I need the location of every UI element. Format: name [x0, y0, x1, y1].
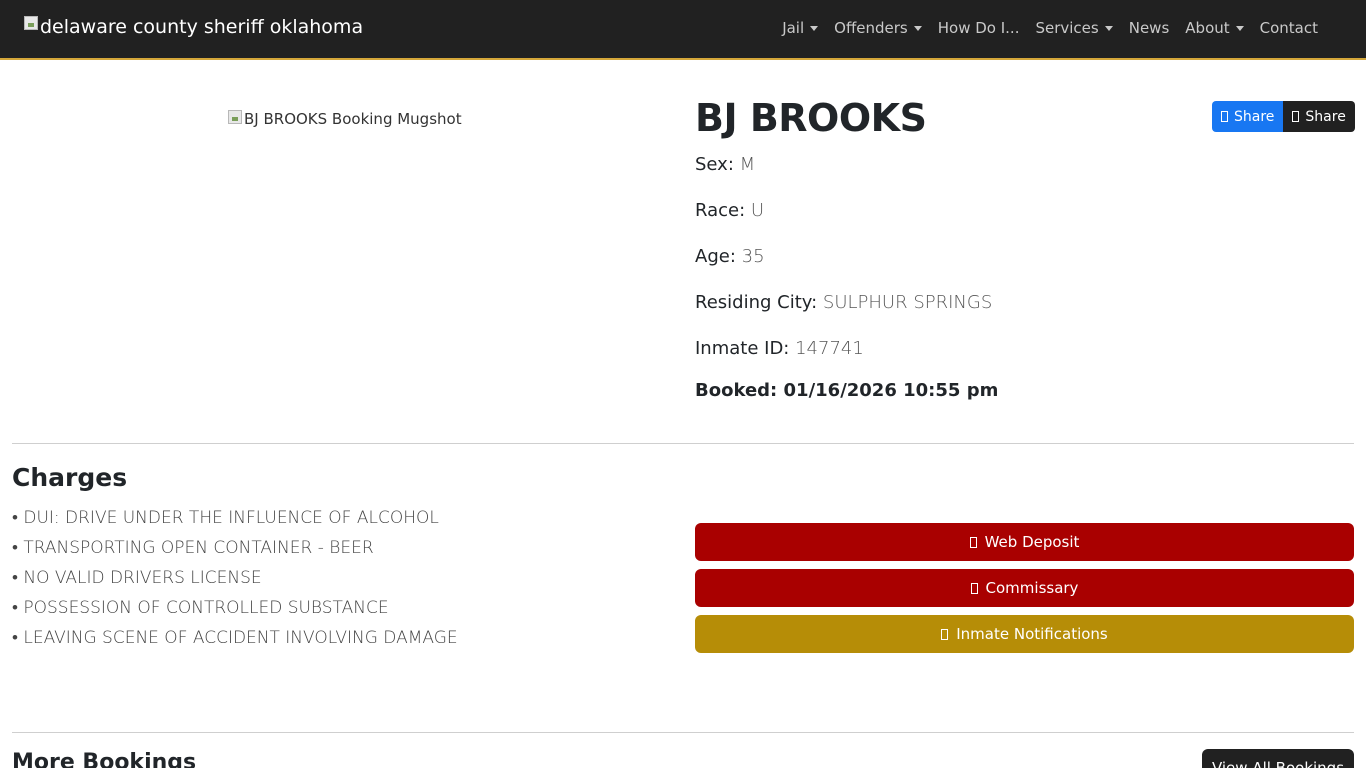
booked-value: 01/16/2026 10:55 pm: [783, 380, 999, 401]
detail-value: M: [739, 154, 756, 175]
detail-value: SULPHUR SPRINGS: [822, 292, 993, 313]
button-label: Web Deposit: [984, 533, 1080, 551]
booking-mugshot: BJ BROOKS Booking Mugshot: [228, 110, 462, 128]
caret-down-icon: [810, 25, 819, 31]
brand-logo-alt-text: delaware county sheriff oklahoma: [40, 16, 364, 38]
charge-item: • POSSESSION OF CONTROLLED SUBSTANCE: [12, 598, 389, 618]
detail-inmate-id: Inmate ID: 147741: [695, 338, 864, 359]
charge-item: • LEAVING SCENE OF ACCIDENT INVOLVING DA…: [12, 628, 458, 648]
detail-label: Race:: [695, 200, 746, 221]
charge-item: • TRANSPORTING OPEN CONTAINER - BEER: [12, 538, 374, 558]
top-navbar: delaware county sheriff oklahoma Jail Of…: [0, 0, 1366, 60]
detail-label: Sex:: [695, 154, 734, 175]
nav-item-about[interactable]: About: [1185, 19, 1244, 37]
brand-logo-link[interactable]: delaware county sheriff oklahoma: [24, 16, 363, 38]
charge-item: • NO VALID DRIVERS LICENSE: [12, 568, 262, 588]
detail-value: 147741: [795, 338, 864, 359]
nav-item-how-do-i[interactable]: How Do I...: [938, 19, 1020, 37]
share-label: Share: [1305, 108, 1346, 125]
web-deposit-button[interactable]: Web Deposit: [695, 523, 1354, 561]
nav-item-jail[interactable]: Jail: [782, 19, 819, 37]
nav-item-contact[interactable]: Contact: [1260, 19, 1318, 37]
x-icon: [1292, 111, 1300, 122]
button-label: Inmate Notifications: [956, 625, 1108, 643]
main-nav: Jail Offenders How Do I... Services News…: [782, 19, 1318, 37]
section-divider: [12, 732, 1354, 733]
facebook-share-button[interactable]: Share: [1212, 101, 1284, 132]
nav-item-label: Services: [1035, 19, 1099, 37]
detail-sex: Sex: M: [695, 154, 755, 175]
share-label: Share: [1234, 108, 1275, 125]
detail-value: 35: [741, 246, 765, 267]
charges-heading: Charges: [12, 463, 128, 492]
caret-down-icon: [913, 25, 922, 31]
nav-item-label: Jail: [782, 19, 805, 37]
broken-image-icon: [228, 110, 242, 124]
view-all-bookings-button[interactable]: View All Bookings: [1202, 749, 1354, 768]
detail-residing-city: Residing City: SULPHUR SPRINGS: [695, 292, 992, 313]
inmate-notifications-button[interactable]: Inmate Notifications: [695, 615, 1354, 653]
nav-item-label: News: [1128, 19, 1170, 37]
share-buttons: Share Share: [1212, 101, 1355, 132]
detail-value: U: [750, 200, 765, 221]
detail-age: Age: 35: [695, 246, 765, 267]
booked-datetime: Booked: 01/16/2026 10:55 pm: [695, 380, 998, 401]
detail-race: Race: U: [695, 200, 764, 221]
button-label: Commissary: [985, 579, 1079, 597]
detail-label: Inmate ID:: [695, 338, 790, 359]
x-share-button[interactable]: Share: [1283, 101, 1355, 132]
caret-down-icon: [1104, 25, 1113, 31]
nav-item-label: Contact: [1259, 19, 1318, 37]
more-bookings-heading: More Bookings: [12, 750, 197, 768]
charge-item: • DUI: DRIVE UNDER THE INFLUENCE OF ALCO…: [12, 508, 439, 528]
nav-item-label: How Do I...: [937, 19, 1020, 37]
commissary-button[interactable]: Commissary: [695, 569, 1354, 607]
detail-label: Residing City:: [695, 292, 818, 313]
detail-label: Age:: [695, 246, 736, 267]
deposit-icon: [969, 536, 977, 548]
nav-item-news[interactable]: News: [1129, 19, 1170, 37]
inmate-name: BJ BROOKS: [695, 96, 927, 140]
caret-down-icon: [1235, 25, 1244, 31]
broken-image-icon: [24, 16, 38, 30]
commissary-icon: [970, 582, 978, 594]
nav-item-services[interactable]: Services: [1035, 19, 1113, 37]
nav-item-label: Offenders: [834, 19, 908, 37]
section-divider: [12, 443, 1354, 444]
nav-item-label: About: [1185, 19, 1230, 37]
mugshot-alt-text: BJ BROOKS Booking Mugshot: [244, 110, 462, 128]
nav-item-offenders[interactable]: Offenders: [834, 19, 922, 37]
notification-icon: [941, 628, 949, 640]
facebook-icon: [1221, 111, 1228, 122]
booked-label: Booked:: [695, 380, 778, 401]
charges-list: • DUI: DRIVE UNDER THE INFLUENCE OF ALCO…: [12, 506, 458, 656]
